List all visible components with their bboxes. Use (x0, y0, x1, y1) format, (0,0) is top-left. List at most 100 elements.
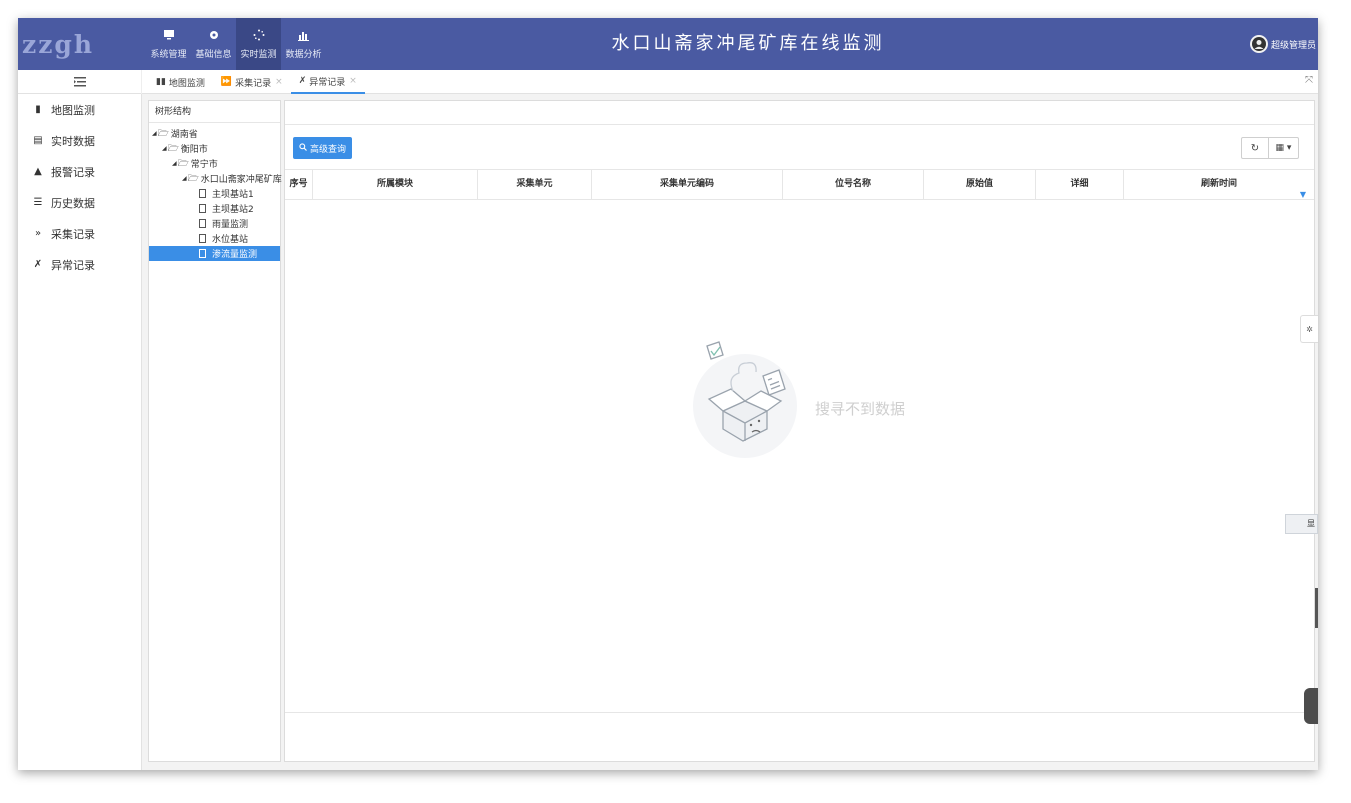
expand-arrow-icon[interactable]: ◢ (162, 145, 167, 152)
tree-node-label: 主坝基站2 (212, 205, 254, 215)
alert-icon: ✗ (298, 76, 307, 86)
tree-node-label: 水位基站 (212, 235, 249, 245)
sidebar-item-history-data[interactable]: ☰ 历史数据 (18, 187, 141, 218)
gear-icon (207, 28, 221, 42)
avatar (1249, 35, 1268, 53)
tree-node-label: 湖南省 (170, 130, 198, 140)
close-icon[interactable]: × (275, 77, 283, 87)
tree-title: 树形结构 (149, 101, 280, 123)
sidebar-item-collection-records[interactable]: » 采集记录 (18, 218, 141, 249)
sidebar-item-exception-records[interactable]: ✗ 异常记录 (18, 249, 141, 280)
sidebar-item-label: 实时数据 (51, 134, 95, 148)
column-header[interactable]: 详细 (1036, 170, 1124, 199)
sidebar-item-label: 异常记录 (51, 258, 95, 272)
tree-node-station[interactable]: 水位基站 (149, 231, 280, 246)
user-menu[interactable]: 超级管理员 (1249, 35, 1316, 53)
tree-node-station[interactable]: 雨量监测 (149, 216, 280, 231)
tab-strip: ▮▮ 地图监测 ⏩ 采集记录 × ✗ 异常记录 × (148, 70, 365, 94)
sidebar-item-label: 报警记录 (51, 165, 95, 179)
advanced-search-button[interactable]: 高级查询 (293, 137, 353, 159)
tab-map-monitoring[interactable]: ▮▮ 地图监测 (148, 70, 213, 94)
tree-node-label: 雨量监测 (212, 220, 249, 230)
tree-node-station[interactable]: 主坝基站2 (149, 201, 280, 216)
tree-node-label: 常宁市 (190, 160, 218, 170)
nav-label: 系统管理 (150, 50, 187, 60)
sidebar-item-realtime-data[interactable]: ▤ 实时数据 (18, 125, 141, 156)
map-icon: ▮ (35, 104, 41, 115)
refresh-icon: ↻ (1250, 142, 1260, 154)
alert-icon: ✗ (33, 259, 43, 270)
tree-node-county[interactable]: ◢ 🗁 常宁市 (149, 156, 280, 171)
table-header: 序号 所属模块 采集单元 采集单元编码 位号名称 原始值 详细 刷新时间 ▼ (285, 169, 1314, 200)
gear-icon: ✲ (1306, 324, 1313, 334)
column-header[interactable]: 采集单元编码 (592, 170, 783, 199)
close-icon[interactable]: × (349, 76, 357, 86)
side-floating-widget[interactable] (1304, 688, 1318, 724)
side-scroll-indicator[interactable] (1315, 588, 1318, 628)
column-header[interactable]: 采集单元 (478, 170, 592, 199)
tree-node-tailings-pond[interactable]: ◢ 🗁 水口山斋家冲尾矿库 (149, 171, 282, 186)
file-icon (199, 234, 206, 243)
forward-icon: ⏩ (220, 77, 233, 87)
file-icon (199, 219, 206, 228)
side-display-tab[interactable]: 显 (1285, 514, 1318, 534)
tab-label: 采集记录 (235, 78, 272, 89)
advanced-search-label: 高级查询 (310, 144, 347, 155)
empty-state-text: 搜寻不到数据 (815, 400, 906, 418)
table-footer-divider (285, 712, 1314, 713)
expand-arrow-icon[interactable]: ◢ (182, 175, 187, 182)
sort-caret-icon[interactable]: ▼ (1300, 180, 1306, 209)
sidebar-item-label: 采集记录 (51, 227, 95, 241)
file-icon (199, 189, 206, 198)
tabs-bar: ▮▮ 地图监测 ⏩ 采集记录 × ✗ 异常记录 × ⤧ (18, 70, 1318, 94)
top-header: zzgh 系统管理 基础信息 实时监测 数据分析 水口山斋家冲尾矿库在线监测 超… (18, 18, 1318, 70)
main-panel: 高级查询 ↻ ▦ ▾ 序号 所属模块 采集单元 采集单元编码 位号名称 原始值 … (284, 100, 1315, 762)
sidebar-item-alarm-records[interactable]: ▲ 报警记录 (18, 156, 141, 187)
nav-basic-info[interactable]: 基础信息 (191, 18, 236, 70)
column-header[interactable]: 所属模块 (313, 170, 478, 199)
tab-exception-records[interactable]: ✗ 异常记录 × (290, 70, 365, 94)
file-icon: ▤ (33, 135, 43, 146)
user-name: 超级管理员 (1270, 40, 1316, 51)
empty-state: 搜寻不到数据 (675, 331, 945, 471)
nav-label: 基础信息 (195, 50, 232, 60)
tree-node-province[interactable]: ◢ 🗁 湖南省 (149, 126, 280, 141)
sidebar-item-map-monitoring[interactable]: ▮ 地图监测 (18, 94, 141, 125)
sidebar: ▮ 地图监测 ▤ 实时数据 ▲ 报警记录 ☰ 历史数据 » 采集记录 ✗ 异常记… (18, 94, 142, 770)
nav-realtime-monitoring[interactable]: 实时监测 (236, 18, 281, 70)
column-header[interactable]: 序号 (285, 170, 313, 199)
folder-open-icon: 🗁 (187, 173, 199, 184)
panel-header (285, 101, 1314, 125)
file-icon (199, 204, 206, 213)
folder-open-icon: 🗁 (157, 128, 169, 139)
nav-system-management[interactable]: 系统管理 (146, 18, 191, 70)
nav-label: 数据分析 (285, 50, 322, 60)
sidebar-item-label: 地图监测 (51, 103, 95, 117)
map-icon: ▮▮ (156, 77, 166, 87)
columns-toggle-button[interactable]: ▦ ▾ (1268, 138, 1298, 158)
folder-open-icon: 🗁 (177, 158, 189, 169)
column-header[interactable]: 位号名称 (783, 170, 924, 199)
bar-chart-icon (297, 28, 311, 42)
monitor-icon (162, 28, 176, 42)
grid-icon: ▦ ▾ (1275, 143, 1292, 153)
refresh-button[interactable]: ↻ (1242, 138, 1268, 158)
column-header[interactable]: 原始值 (924, 170, 1036, 199)
sidebar-toggle-button[interactable] (18, 70, 142, 94)
tree-node-label: 水口山斋家冲尾矿库 (200, 175, 282, 185)
nav-data-analysis[interactable]: 数据分析 (281, 18, 326, 70)
app-window: zzgh 系统管理 基础信息 实时监测 数据分析 水口山斋家冲尾矿库在线监测 超… (18, 18, 1318, 770)
expand-arrow-icon[interactable]: ◢ (152, 130, 157, 137)
settings-gear-button[interactable]: ✲ (1300, 315, 1318, 343)
expand-arrow-icon[interactable]: ◢ (172, 160, 177, 167)
tree-node-city[interactable]: ◢ 🗁 衡阳市 (149, 141, 280, 156)
sidebar-item-label: 历史数据 (51, 196, 95, 210)
tree-node-station[interactable]: 主坝基站1 (149, 186, 280, 201)
tree-node-station-selected[interactable]: 渗流量监测 (149, 246, 280, 261)
tree-panel: 树形结构 ◢ 🗁 湖南省 ◢ 🗁 衡阳市 ◢ 🗁 常宁市 ◢ 🗁 水口山斋家冲尾… (148, 100, 282, 762)
search-icon (299, 142, 307, 154)
folder-open-icon: 🗁 (167, 143, 179, 154)
tab-collection-records[interactable]: ⏩ 采集记录 × (213, 70, 291, 94)
column-header[interactable]: 刷新时间 ▼ (1124, 170, 1314, 199)
fullscreen-icon[interactable]: ⤧ (1302, 75, 1316, 89)
